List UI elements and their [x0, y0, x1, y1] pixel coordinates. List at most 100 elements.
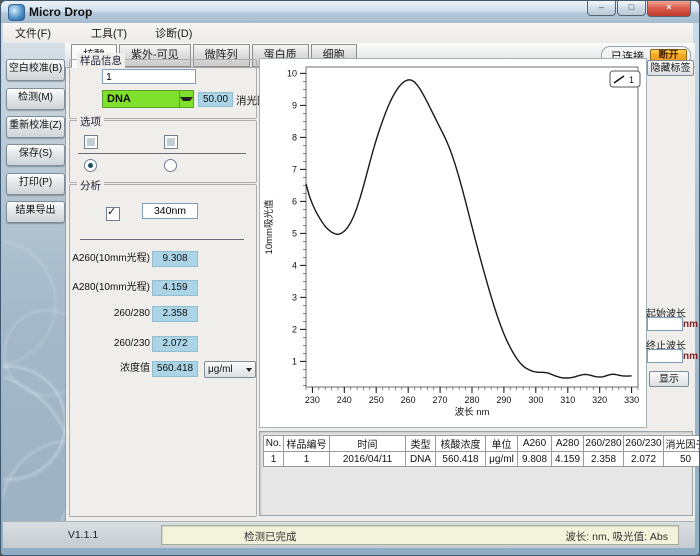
analysis-row-0: A260(10mm光程)9.308	[70, 251, 256, 267]
spectrum-chart-panel: 2302402502602702802903003103203301234567…	[259, 58, 647, 428]
sidebar-button-0[interactable]: 空白校准(B)	[6, 59, 65, 81]
start-wavelength-unit: nm	[683, 319, 698, 330]
x-tick-label: 250	[369, 395, 384, 405]
analysis-row-2: 260/2802.358	[70, 306, 256, 322]
x-tick-label: 240	[337, 395, 352, 405]
sample-info-title: 样品信息	[77, 53, 125, 68]
y-tick-label: 5	[292, 228, 297, 238]
sample-type-select[interactable]: DNA	[102, 90, 194, 108]
table-cell: 1	[284, 452, 330, 467]
x-axis-label: 波长 nm	[455, 406, 490, 418]
hide-labels-button[interactable]: 隐藏标签	[647, 60, 694, 76]
analysis-row-value: 2.358	[152, 306, 198, 322]
analysis-group: 分析 A260(10mm光程)9.308A280(10mm光程)4.159260…	[69, 184, 257, 517]
analysis-row-label: 260/230	[70, 336, 150, 351]
table-header-0: No.	[264, 436, 284, 452]
table-header-4: 核酸浓度	[436, 436, 486, 452]
pathlength-input[interactable]	[142, 203, 198, 219]
results-table: No.样品编号时间类型核酸浓度单位A260A280260/280260/230消…	[263, 435, 700, 467]
options-group: 选项	[69, 120, 257, 183]
sidebar-button-3[interactable]: 保存(S)	[6, 144, 65, 166]
x-tick-label: 260	[401, 395, 416, 405]
y-tick-label: 7	[292, 164, 297, 174]
window-controls: – □ ×	[586, 1, 691, 17]
sample-info-group: 样品信息 DNA 50.00 消光因子	[69, 59, 257, 119]
y-tick-label: 2	[292, 324, 297, 334]
unit-select[interactable]: μg/ml	[204, 361, 256, 378]
table-cell: 1	[264, 452, 284, 467]
sidebar-button-4[interactable]: 打印(P)	[6, 173, 65, 195]
status-strip: 检测已完成 波长: nm, 吸光值: Abs	[161, 525, 679, 545]
chevron-down-icon	[179, 91, 193, 107]
close-button[interactable]: ×	[647, 1, 691, 17]
table-cell: 2.358	[584, 452, 624, 467]
sidebar-button-5[interactable]: 结果导出	[6, 201, 65, 223]
x-tick-label: 310	[560, 395, 575, 405]
y-axis-label: 10mm吸光值	[263, 199, 275, 254]
table-header-5: 单位	[486, 436, 518, 452]
results-table-panel: No.样品编号时间类型核酸浓度单位A260A280260/280260/230消…	[259, 431, 693, 516]
sidebar-button-2[interactable]: 重新校准(Z)	[6, 116, 65, 138]
table-header-1: 样品编号	[284, 436, 330, 452]
wavelength-controls: 起始波长 nm 终止波长 nm 显示	[646, 305, 695, 391]
measurement-info: 波长: nm, 吸光值: Abs	[565, 529, 668, 544]
table-header-2: 时间	[330, 436, 406, 452]
concentration-label: 浓度值	[70, 361, 150, 376]
table-cell: 2.072	[624, 452, 664, 467]
options-separator	[78, 153, 246, 154]
menubar: 文件(F) 工具(T) 诊断(D)	[3, 23, 693, 44]
legend-label: 1	[629, 75, 634, 85]
option-radio-1[interactable]	[84, 159, 97, 172]
y-tick-label: 9	[292, 100, 297, 110]
x-tick-label: 300	[528, 395, 543, 405]
extinction-factor-field[interactable]: 50.00	[198, 92, 233, 107]
sidebar: 空白校准(B) 检测(M) 重新校准(Z) 保存(S) 打印(P) 结果导出	[3, 43, 66, 521]
start-wavelength-input[interactable]	[647, 317, 683, 331]
options-title: 选项	[77, 114, 104, 129]
app-icon	[8, 4, 25, 21]
analysis-row-label: A260(10mm光程)	[70, 251, 150, 266]
x-tick-label: 280	[464, 395, 479, 405]
menu-item-0[interactable]: 文件(F)	[5, 23, 61, 43]
table-row[interactable]: 112016/04/11DNA560.418μg/ml9.8084.1592.3…	[264, 452, 700, 467]
show-button[interactable]: 显示	[649, 371, 689, 387]
x-tick-label: 290	[496, 395, 511, 405]
window-title: Micro Drop	[29, 5, 92, 19]
x-tick-label: 270	[433, 395, 448, 405]
y-tick-label: 8	[292, 132, 297, 142]
pathlength-checkbox[interactable]	[106, 207, 120, 221]
status-bar: V1.1.1 检测已完成 波长: nm, 吸光值: Abs	[3, 521, 695, 548]
status-message: 检测已完成	[244, 529, 297, 544]
table-cell: μg/ml	[486, 452, 518, 467]
y-tick-label: 4	[292, 260, 297, 270]
sample-type-value: DNA	[103, 93, 179, 105]
end-wavelength-input[interactable]	[647, 349, 683, 363]
option-checkbox-1[interactable]	[84, 135, 98, 149]
x-tick-label: 330	[624, 395, 639, 405]
table-cell: DNA	[406, 452, 436, 467]
y-tick-label: 1	[292, 356, 297, 366]
x-tick-label: 230	[305, 395, 320, 405]
sample-id-input[interactable]	[102, 69, 196, 84]
menu-item-1[interactable]: 工具(T)	[81, 23, 137, 43]
x-major-ticks	[312, 387, 631, 393]
maximize-button[interactable]: □	[617, 1, 646, 16]
table-header-7: A280	[552, 436, 584, 452]
analysis-row-1: A280(10mm光程)4.159	[70, 280, 256, 296]
y-tick-label: 6	[292, 196, 297, 206]
y-tick-label: 10	[287, 68, 297, 78]
table-header-8: 260/280	[584, 436, 624, 452]
menu-item-2[interactable]: 诊断(D)	[145, 23, 202, 43]
x-tick-label: 320	[592, 395, 607, 405]
analysis-row-value: 4.159	[152, 280, 198, 296]
table-cell: 50	[664, 452, 700, 467]
option-radio-2[interactable]	[164, 159, 177, 172]
minimize-button[interactable]: –	[587, 1, 616, 16]
concentration-value-field[interactable]: 560.418	[152, 361, 198, 377]
analysis-row-3: 260/2302.072	[70, 336, 256, 352]
sidebar-button-1[interactable]: 检测(M)	[6, 88, 65, 110]
analysis-row-label: A280(10mm光程)	[70, 280, 150, 295]
analysis-row-value: 9.308	[152, 251, 198, 267]
option-checkbox-2[interactable]	[164, 135, 178, 149]
analysis-row-value: 2.072	[152, 336, 198, 352]
